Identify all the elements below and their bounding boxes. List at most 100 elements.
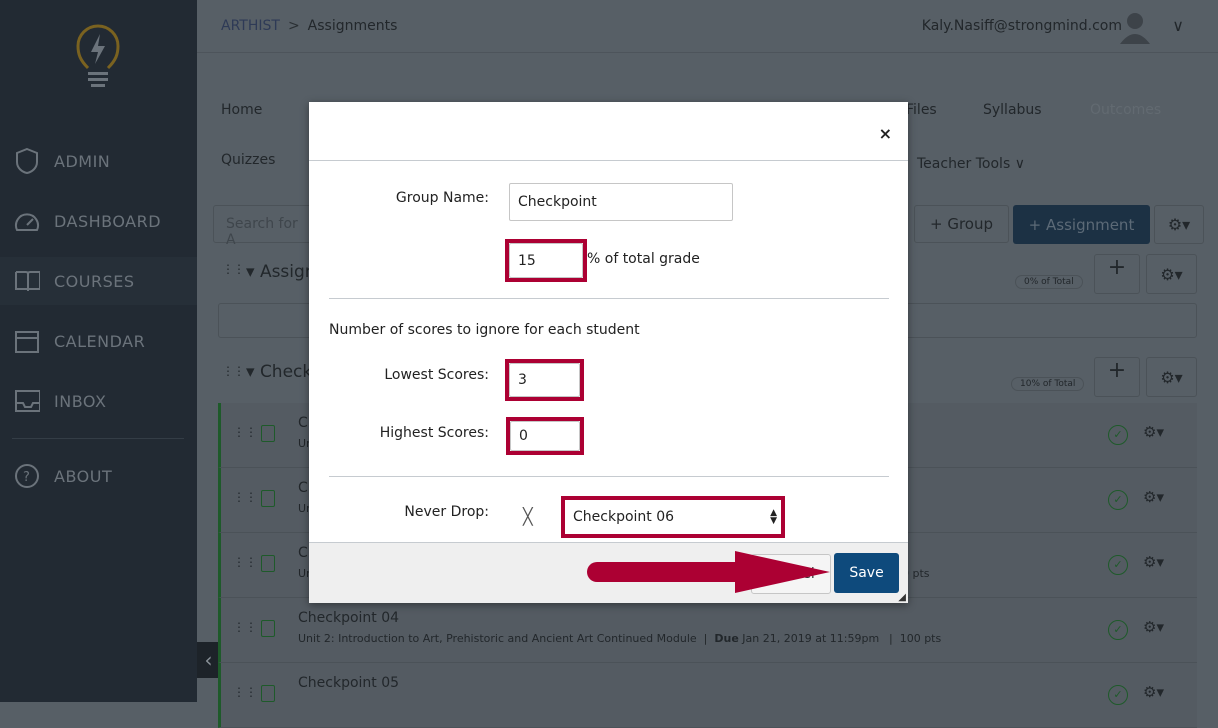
row-title[interactable]: Checkpoint 04 xyxy=(298,610,399,626)
add-group-button[interactable]: + Group xyxy=(914,205,1009,243)
assignment-icon xyxy=(261,685,275,702)
percent-suffix: % of total grade xyxy=(587,251,700,267)
assignment-icon xyxy=(261,490,275,507)
sidebar-item-label: ADMIN xyxy=(54,151,111,171)
published-check-icon[interactable]: ✓ xyxy=(1108,620,1128,640)
group-title-text: Check xyxy=(259,362,313,382)
drag-handle-icon[interactable]: ⋮⋮ xyxy=(233,425,257,439)
close-icon[interactable]: × xyxy=(879,124,892,143)
group-name-input[interactable]: Checkpoint xyxy=(509,183,733,221)
row-settings-gear-icon[interactable]: ⚙▾ xyxy=(1143,423,1164,441)
add-assignment-button[interactable]: + Assignment xyxy=(1013,205,1150,244)
course-nav-syllabus[interactable]: Syllabus xyxy=(983,102,1042,118)
book-icon xyxy=(14,268,40,294)
published-check-icon[interactable]: ✓ xyxy=(1108,555,1128,575)
row-points: 100 pts xyxy=(899,632,942,645)
lowest-scores-input[interactable]: 3 xyxy=(509,363,580,397)
row-settings-gear-icon[interactable]: ⚙▾ xyxy=(1143,553,1164,571)
sidebar-item-label: INBOX xyxy=(54,391,107,411)
assignment-icon xyxy=(261,620,275,637)
divider xyxy=(329,476,889,477)
user-email[interactable]: Kaly.Nasiff@strongmind.com xyxy=(922,18,1122,34)
shield-icon xyxy=(14,148,40,174)
never-drop-selected: Checkpoint 06 xyxy=(573,509,675,525)
add-to-group-button[interactable]: + xyxy=(1094,357,1140,397)
row-title[interactable]: Checkpoint 05 xyxy=(298,675,399,691)
calendar-icon xyxy=(14,328,40,354)
row-settings-gear-icon[interactable]: ⚙▾ xyxy=(1143,488,1164,506)
sidebar-item-admin[interactable]: ADMIN xyxy=(0,137,197,185)
published-check-icon[interactable]: ✓ xyxy=(1108,425,1128,445)
search-input[interactable]: Search for A xyxy=(213,205,323,248)
sidebar-item-label: COURSES xyxy=(54,271,135,291)
ignore-heading: Number of scores to ignore for each stud… xyxy=(329,322,640,338)
due-date: Jan 21, 2019 at 11:59pm xyxy=(742,632,880,645)
group-title-text: Assign xyxy=(259,262,316,282)
inbox-icon xyxy=(14,388,40,414)
settings-gear-button[interactable]: ⚙▾ xyxy=(1154,205,1204,244)
course-nav-outcomes[interactable]: Outcomes xyxy=(1090,102,1161,118)
divider xyxy=(329,298,889,299)
sidebar-item-inbox[interactable]: INBOX xyxy=(0,377,197,425)
sidebar-item-label: ABOUT xyxy=(54,466,113,486)
dialog-footer: Cancel Save ◢ xyxy=(309,542,908,603)
drag-handle-icon[interactable]: ⋮⋮ xyxy=(233,490,257,504)
sidebar: ADMIN DASHBOARD COURSES CALENDAR INBOX ?… xyxy=(0,0,197,702)
never-drop-select[interactable]: Checkpoint 06 ▲ ▼ xyxy=(565,500,781,534)
avatar[interactable] xyxy=(1118,10,1152,44)
drag-handle-icon[interactable]: ⋮⋮ xyxy=(233,555,257,569)
remove-never-drop-icon[interactable]: ╳ xyxy=(523,507,533,526)
drag-handle-icon[interactable]: ⋮⋮ xyxy=(222,364,245,378)
group-title[interactable]: ▾ Assign xyxy=(246,262,316,282)
row-settings-gear-icon[interactable]: ⚙▾ xyxy=(1143,683,1164,701)
resize-handle-icon[interactable]: ◢ xyxy=(898,592,906,603)
chevron-left-icon: ‹ xyxy=(204,648,213,672)
drag-handle-icon[interactable]: ⋮⋮ xyxy=(233,620,257,634)
breadcrumb-current: Assignments xyxy=(307,18,398,34)
select-arrows-icon: ▲ ▼ xyxy=(770,508,777,526)
never-drop-label: Never Drop: xyxy=(404,504,489,520)
breadcrumb-course-link[interactable]: ARTHIST xyxy=(221,18,280,34)
save-button[interactable]: Save xyxy=(834,553,899,593)
percent-input[interactable]: 15 xyxy=(509,243,583,278)
assignment-icon xyxy=(261,555,275,572)
sidebar-item-label: CALENDAR xyxy=(54,331,146,351)
assignment-group-dialog: × Group Name: Checkpoint 15 % of total g… xyxy=(309,102,908,603)
published-check-icon[interactable]: ✓ xyxy=(1108,685,1128,705)
assignment-row[interactable]: ⋮⋮ Checkpoint 05 ✓ ⚙▾ xyxy=(218,663,1197,728)
breadcrumb: ARTHIST > Assignments xyxy=(221,18,397,34)
group-settings-button[interactable]: ⚙▾ xyxy=(1146,254,1197,294)
breadcrumb-separator: > xyxy=(287,18,300,34)
group-name-label: Group Name: xyxy=(395,190,489,206)
published-check-icon[interactable]: ✓ xyxy=(1108,490,1128,510)
group-weight-badge: 0% of Total xyxy=(1015,275,1083,289)
collapse-sidebar-button[interactable]: ‹ xyxy=(197,642,220,678)
course-nav-home[interactable]: Home xyxy=(221,102,262,118)
svg-text:?: ? xyxy=(23,470,30,485)
row-meta: Unit 2: Introduction to Art, Prehistoric… xyxy=(298,632,880,645)
lightbulb-logo-icon[interactable] xyxy=(76,24,120,94)
user-menu-chevron-icon[interactable]: ∨ xyxy=(1172,16,1184,35)
drag-handle-icon[interactable]: ⋮⋮ xyxy=(233,685,257,699)
top-bar: ARTHIST > Assignments Kaly.Nasiff@strongmi… xyxy=(197,0,1218,53)
assignment-icon xyxy=(261,425,275,442)
question-icon: ? xyxy=(14,463,40,489)
group-settings-button[interactable]: ⚙▾ xyxy=(1146,357,1197,397)
row-module: Unit 2: Introduction to Art, Prehistoric… xyxy=(298,632,697,645)
assignment-row[interactable]: ⋮⋮ Checkpoint 04 Unit 2: Introduction to A… xyxy=(218,598,1197,663)
sidebar-item-dashboard[interactable]: DASHBOARD xyxy=(0,197,197,245)
sidebar-item-courses[interactable]: COURSES xyxy=(0,257,197,305)
drag-handle-icon[interactable]: ⋮⋮ xyxy=(222,262,245,276)
course-nav-files[interactable]: Files xyxy=(906,102,937,118)
group-title[interactable]: ▾ Check xyxy=(246,362,312,382)
sidebar-item-calendar[interactable]: CALENDAR xyxy=(0,317,197,365)
sidebar-item-about[interactable]: ? ABOUT xyxy=(0,452,197,500)
course-nav-quizzes[interactable]: Quizzes xyxy=(221,152,275,168)
sidebar-item-label: DASHBOARD xyxy=(54,211,162,231)
add-to-group-button[interactable]: + xyxy=(1094,254,1140,294)
course-nav-teacher-tools[interactable]: Teacher Tools ∨ xyxy=(917,156,1025,172)
sidebar-divider xyxy=(12,438,184,439)
highest-scores-input[interactable]: 0 xyxy=(510,421,580,451)
row-settings-gear-icon[interactable]: ⚙▾ xyxy=(1143,618,1164,636)
speedometer-icon xyxy=(14,208,40,234)
